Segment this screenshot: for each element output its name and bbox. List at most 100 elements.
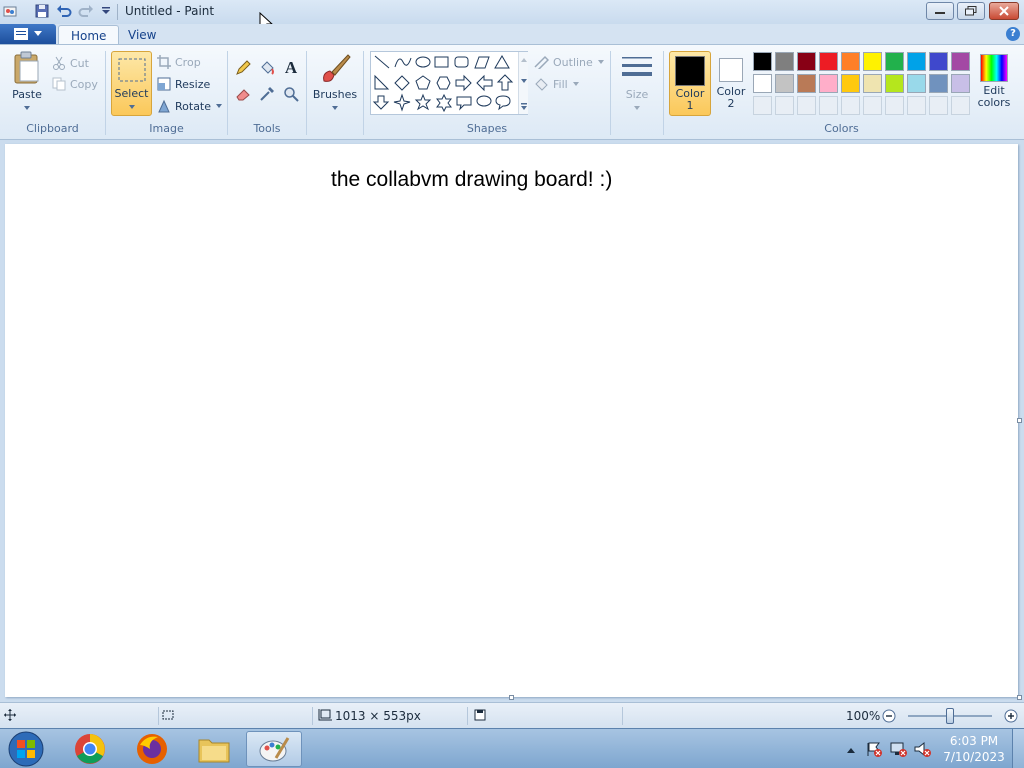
rotate-button[interactable]: Rotate <box>157 97 223 115</box>
palette-swatch[interactable] <box>775 74 794 93</box>
canvas-resize-handle-corner[interactable] <box>1017 695 1022 700</box>
cut-button[interactable]: Cut <box>52 54 89 72</box>
custom-color-slot[interactable] <box>951 96 970 115</box>
paint-app-icon[interactable] <box>2 3 18 19</box>
color1-button[interactable]: Color 1 <box>669 51 711 116</box>
line-size-icon <box>622 57 652 76</box>
zoom-slider-thumb[interactable] <box>946 708 954 724</box>
custom-color-slot[interactable] <box>841 96 860 115</box>
brushes-label: Brushes <box>312 88 358 101</box>
palette-swatch[interactable] <box>929 52 948 71</box>
color-picker-icon[interactable] <box>257 84 277 104</box>
palette-swatch[interactable] <box>753 74 772 93</box>
show-desktop-button[interactable] <box>1012 729 1024 768</box>
palette-swatch[interactable] <box>907 52 926 71</box>
palette-swatch[interactable] <box>885 74 904 93</box>
canvas-resize-handle-right[interactable] <box>1017 418 1022 423</box>
close-icon <box>999 6 1009 16</box>
palette-swatch[interactable] <box>863 52 882 71</box>
palette-swatch[interactable] <box>863 74 882 93</box>
restore-button[interactable] <box>957 2 985 20</box>
shapes-group-label: Shapes <box>466 122 508 135</box>
taskbar-chrome[interactable] <box>62 731 118 767</box>
copy-button[interactable]: Copy <box>52 75 98 93</box>
fill-icon <box>535 78 548 91</box>
fill-button[interactable]: Fill <box>533 75 580 93</box>
taskbar-firefox[interactable] <box>124 731 180 767</box>
text-tool-icon[interactable]: A <box>281 58 301 78</box>
zoom-in-button[interactable] <box>1004 709 1018 726</box>
fill-bucket-icon[interactable] <box>257 58 277 78</box>
palette-swatch[interactable] <box>951 74 970 93</box>
custom-color-slot[interactable] <box>797 96 816 115</box>
chevron-down-icon <box>216 104 223 108</box>
palette-swatch[interactable] <box>841 74 860 93</box>
canvas-resize-handle-bottom[interactable] <box>509 695 514 700</box>
outline-icon <box>534 55 549 69</box>
system-clock[interactable]: 6:03 PM 7/10/2023 <box>942 733 1006 765</box>
resize-label: Resize <box>175 77 211 91</box>
minimize-button[interactable] <box>926 2 954 20</box>
zoom-out-button[interactable] <box>882 709 896 726</box>
start-button[interactable] <box>6 730 46 768</box>
palette-swatch[interactable] <box>929 74 948 93</box>
close-button[interactable] <box>989 2 1019 20</box>
redo-icon[interactable] <box>78 3 94 19</box>
tools-grid: A <box>233 58 303 104</box>
select-button[interactable]: Select <box>111 51 152 116</box>
save-icon[interactable] <box>34 3 50 19</box>
customize-dropdown-icon[interactable] <box>98 3 114 19</box>
tab-view[interactable]: View <box>116 25 168 45</box>
size-button[interactable]: Size <box>616 51 658 114</box>
rotate-label: Rotate <box>175 99 212 113</box>
paint-icon <box>259 737 290 762</box>
palette-swatch[interactable] <box>753 52 772 71</box>
edit-colors-button[interactable]: Edit colors <box>975 51 1013 109</box>
shapes-gallery[interactable] <box>370 51 528 115</box>
image-size-icon <box>318 709 332 724</box>
taskbar-file-explorer[interactable] <box>186 731 242 767</box>
palette-swatch[interactable] <box>885 52 904 71</box>
copy-icon <box>52 77 66 91</box>
paint-menu-button[interactable] <box>0 24 56 44</box>
brushes-button[interactable]: Brushes <box>312 51 358 114</box>
custom-color-slot[interactable] <box>907 96 926 115</box>
volume-icon[interactable] <box>914 741 932 760</box>
custom-color-slot[interactable] <box>929 96 948 115</box>
select-icon <box>118 58 145 82</box>
chevron-down-icon <box>332 106 338 110</box>
palette-swatch[interactable] <box>907 74 926 93</box>
help-icon[interactable]: ? <box>1006 27 1020 41</box>
paste-button[interactable]: Paste <box>8 51 46 114</box>
custom-color-slot[interactable] <box>863 96 882 115</box>
crop-button[interactable]: Crop <box>157 53 201 71</box>
shapes-scrollbar[interactable] <box>518 52 528 114</box>
palette-swatch[interactable] <box>841 52 860 71</box>
magnifier-icon[interactable] <box>281 84 301 104</box>
custom-color-slot[interactable] <box>819 96 838 115</box>
edit-colors-label-2: colors <box>977 96 1011 109</box>
show-hidden-icons-button[interactable] <box>846 744 856 757</box>
network-icon[interactable] <box>890 741 908 760</box>
custom-color-slot[interactable] <box>775 96 794 115</box>
copy-label: Copy <box>70 77 98 91</box>
outline-button[interactable]: Outline <box>533 53 605 71</box>
action-center-icon[interactable] <box>866 741 882 760</box>
image-dimensions: 1013 × 553px <box>335 709 421 723</box>
palette-swatch[interactable] <box>819 74 838 93</box>
palette-swatch[interactable] <box>797 74 816 93</box>
custom-color-slot[interactable] <box>753 96 772 115</box>
undo-icon[interactable] <box>56 3 72 19</box>
color2-button[interactable]: Color 2 <box>713 51 749 116</box>
eraser-icon[interactable] <box>233 84 253 104</box>
palette-swatch[interactable] <box>797 52 816 71</box>
resize-button[interactable]: Resize <box>157 75 210 93</box>
custom-color-slot[interactable] <box>885 96 904 115</box>
palette-swatch[interactable] <box>951 52 970 71</box>
tab-home[interactable]: Home <box>58 25 120 45</box>
taskbar-paint[interactable] <box>246 731 302 767</box>
pencil-icon[interactable] <box>233 58 253 78</box>
palette-swatch[interactable] <box>775 52 794 71</box>
palette-swatch[interactable] <box>819 52 838 71</box>
drawing-canvas[interactable] <box>5 144 1018 697</box>
